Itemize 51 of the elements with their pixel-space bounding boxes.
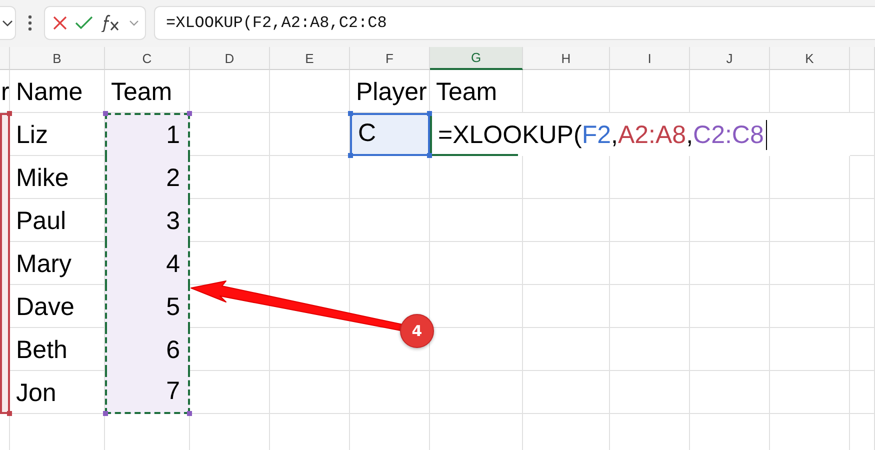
spreadsheet-cell[interactable]: r	[0, 70, 10, 113]
insert-function-icon[interactable]	[101, 14, 121, 32]
spreadsheet-cell[interactable]: Dave	[10, 285, 105, 328]
range-handle[interactable]	[103, 111, 108, 116]
spreadsheet-cell[interactable]: Liz	[10, 113, 105, 156]
spreadsheet-cell[interactable]: 2	[105, 156, 190, 199]
range-handle[interactable]	[187, 111, 192, 116]
column-header[interactable]: I	[610, 47, 690, 70]
spreadsheet-cell[interactable]: =XLOOKUP(F2,A2:A8,C2:C8	[430, 113, 850, 156]
spreadsheet-cell[interactable]: 3	[105, 199, 190, 242]
spreadsheet-cell[interactable]	[0, 371, 10, 414]
spreadsheet-cell[interactable]: Team	[105, 70, 190, 113]
check-icon[interactable]	[75, 16, 93, 30]
spreadsheet-cell[interactable]: Paul	[10, 199, 105, 242]
spreadsheet-cell[interactable]: 5	[105, 285, 190, 328]
spreadsheet-cell[interactable]: 6	[105, 328, 190, 371]
spreadsheet-cell[interactable]: Jon	[10, 371, 105, 414]
column-header[interactable]: B	[10, 47, 105, 70]
spreadsheet-cell[interactable]: 7	[105, 371, 190, 414]
name-box[interactable]	[0, 6, 16, 40]
spreadsheet-cell[interactable]: Mary	[10, 242, 105, 285]
text-cursor	[766, 120, 767, 150]
formula-field[interactable]: =XLOOKUP(F2,A2:A8,C2:C8	[154, 6, 875, 40]
range-handle[interactable]	[187, 411, 192, 416]
column-header[interactable]: H	[523, 47, 610, 70]
more-options-icon[interactable]	[28, 15, 32, 31]
spreadsheet-cell[interactable]: Name	[10, 70, 105, 113]
range-handle[interactable]	[103, 411, 108, 416]
column-header[interactable]: J	[690, 47, 770, 70]
spreadsheet-cell[interactable]: Player	[350, 70, 430, 113]
spreadsheet-cell[interactable]: C	[350, 113, 430, 156]
spreadsheet-cell[interactable]: 4	[105, 242, 190, 285]
spreadsheet-cell[interactable]: 1	[105, 113, 190, 156]
range-handle[interactable]	[427, 111, 432, 116]
spreadsheet-cell[interactable]: Mike	[10, 156, 105, 199]
range-handle[interactable]	[348, 111, 353, 116]
spreadsheet-cell[interactable]: Team	[430, 70, 523, 113]
column-header[interactable]: E	[270, 47, 350, 70]
column-header[interactable]: F	[350, 47, 430, 70]
dropdown-caret-icon[interactable]	[2, 20, 13, 26]
range-handle[interactable]	[7, 111, 12, 116]
range-handle[interactable]	[348, 153, 353, 158]
column-header[interactable]: C	[105, 47, 190, 70]
range-handle[interactable]	[427, 153, 432, 158]
column-header[interactable]: D	[190, 47, 270, 70]
range-handle[interactable]	[7, 411, 12, 416]
column-header[interactable]: K	[770, 47, 850, 70]
cancel-icon[interactable]	[53, 16, 67, 30]
column-header[interactable]: G	[430, 47, 523, 70]
spreadsheet-cell[interactable]: Beth	[10, 328, 105, 371]
spreadsheet-cell[interactable]	[0, 113, 10, 156]
